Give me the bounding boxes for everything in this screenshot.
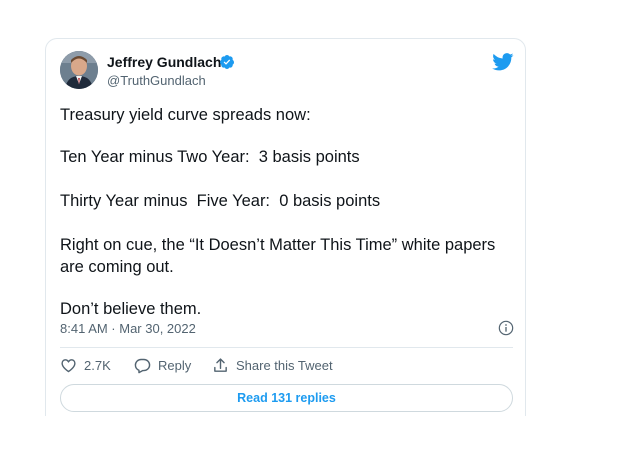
like-button[interactable]: 2.7K bbox=[60, 357, 111, 374]
info-icon[interactable] bbox=[498, 320, 514, 336]
share-icon bbox=[214, 358, 227, 372]
author-handle[interactable]: @TruthGundlach bbox=[107, 73, 206, 88]
tweet-paragraph: Ten Year minus Two Year: 3 basis points bbox=[60, 148, 360, 166]
like-count: 2.7K bbox=[84, 358, 111, 373]
heart-icon bbox=[61, 359, 76, 373]
share-label: Share this Tweet bbox=[236, 358, 333, 373]
read-replies-button[interactable]: Read 131 replies bbox=[60, 384, 513, 412]
divider bbox=[60, 347, 513, 348]
verified-badge-icon bbox=[219, 55, 234, 69]
tweet-paragraph: Don’t believe them. bbox=[60, 300, 202, 318]
tweet-paragraph: Treasury yield curve spreads now: bbox=[60, 106, 311, 124]
tweet-paragraph: Right on cue, the “It Doesn’t Matter Thi… bbox=[60, 236, 496, 276]
tweet-timestamp[interactable]: 8:41 AM · Mar 30, 2022 bbox=[60, 321, 196, 336]
tweet-paragraph: Thirty Year minus Five Year: 0 basis poi… bbox=[60, 192, 381, 210]
twitter-bird-icon[interactable] bbox=[492, 53, 514, 71]
author-name[interactable]: Jeffrey Gundlach bbox=[107, 54, 221, 70]
share-button[interactable]: Share this Tweet bbox=[212, 357, 333, 374]
avatar[interactable] bbox=[60, 51, 98, 89]
tweet-card: Jeffrey Gundlach @TruthGundlach Treasury… bbox=[45, 38, 526, 416]
reply-label: Reply bbox=[158, 358, 192, 373]
reply-button[interactable]: Reply bbox=[134, 357, 191, 374]
reply-icon bbox=[134, 358, 151, 374]
